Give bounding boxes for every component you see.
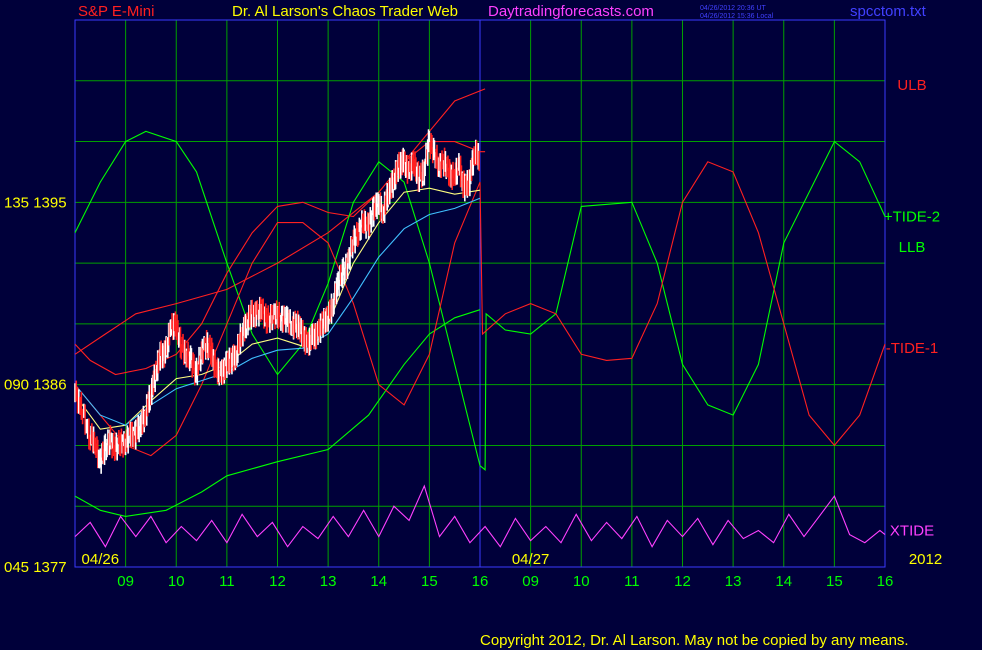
plot-frame <box>74 19 886 568</box>
timestamp-local: 04/26/2012 15:36 Local <box>700 13 774 20</box>
x-hour-label: 14 <box>775 573 792 590</box>
x-hour-label: 12 <box>269 573 286 590</box>
timestamp-ut: 04/26/2012 20:36 UT <box>700 5 766 12</box>
x-hour-label: 10 <box>168 573 185 590</box>
x-hour-label: 11 <box>624 573 640 590</box>
annotation-ulb: ULB <box>897 77 926 94</box>
chart-window: 135 1395 090 1386 045 1377 09 10 11 12 13 14 15 16… <box>0 0 982 650</box>
copyright-notice: Copyright 2012, Dr. Al Larson. May not b… <box>480 632 909 649</box>
x-hour-label: 14 <box>370 573 387 590</box>
annotation--tide-1: -TIDE-1 <box>886 340 939 357</box>
x-hour-label: 12 <box>674 573 691 590</box>
site-link[interactable]: Daytradingforecasts.com <box>488 3 654 20</box>
y-axis-label: 135 1395 <box>4 194 67 211</box>
x-day-label: 04/26 <box>82 551 120 568</box>
x-hour-label: 10 <box>573 573 590 590</box>
annotation-llb: LLB <box>899 239 926 256</box>
app-title: Dr. Al Larson's Chaos Trader Web <box>232 3 458 20</box>
x-hour-label: 09 <box>522 573 539 590</box>
symbol-label: S&P E-Mini <box>78 3 154 20</box>
x-hour-label: 09 <box>117 573 134 590</box>
x-day-label: 2012 <box>909 551 942 568</box>
price-chart: 135 1395 090 1386 045 1377 09 10 11 12 13 14 15 16… <box>4 3 942 649</box>
x-day-label: 04/27 <box>512 551 550 568</box>
annotation--tide-2: +TIDE-2 <box>884 209 940 226</box>
x-hour-label: 15 <box>826 573 843 590</box>
x-hour-label: 13 <box>725 573 742 590</box>
x-hour-label: 13 <box>320 573 337 590</box>
y-axis-label: 090 1386 <box>4 377 67 394</box>
x-hour-label: 15 <box>421 573 438 590</box>
x-hour-label: 16 <box>877 573 894 590</box>
y-axis-label: 045 1377 <box>4 559 67 576</box>
annotation-xtide: XTIDE <box>890 523 934 540</box>
file-name: spcctom.txt <box>850 3 927 20</box>
x-hour-label: 16 <box>472 573 489 590</box>
x-hour-label: 11 <box>219 573 235 590</box>
